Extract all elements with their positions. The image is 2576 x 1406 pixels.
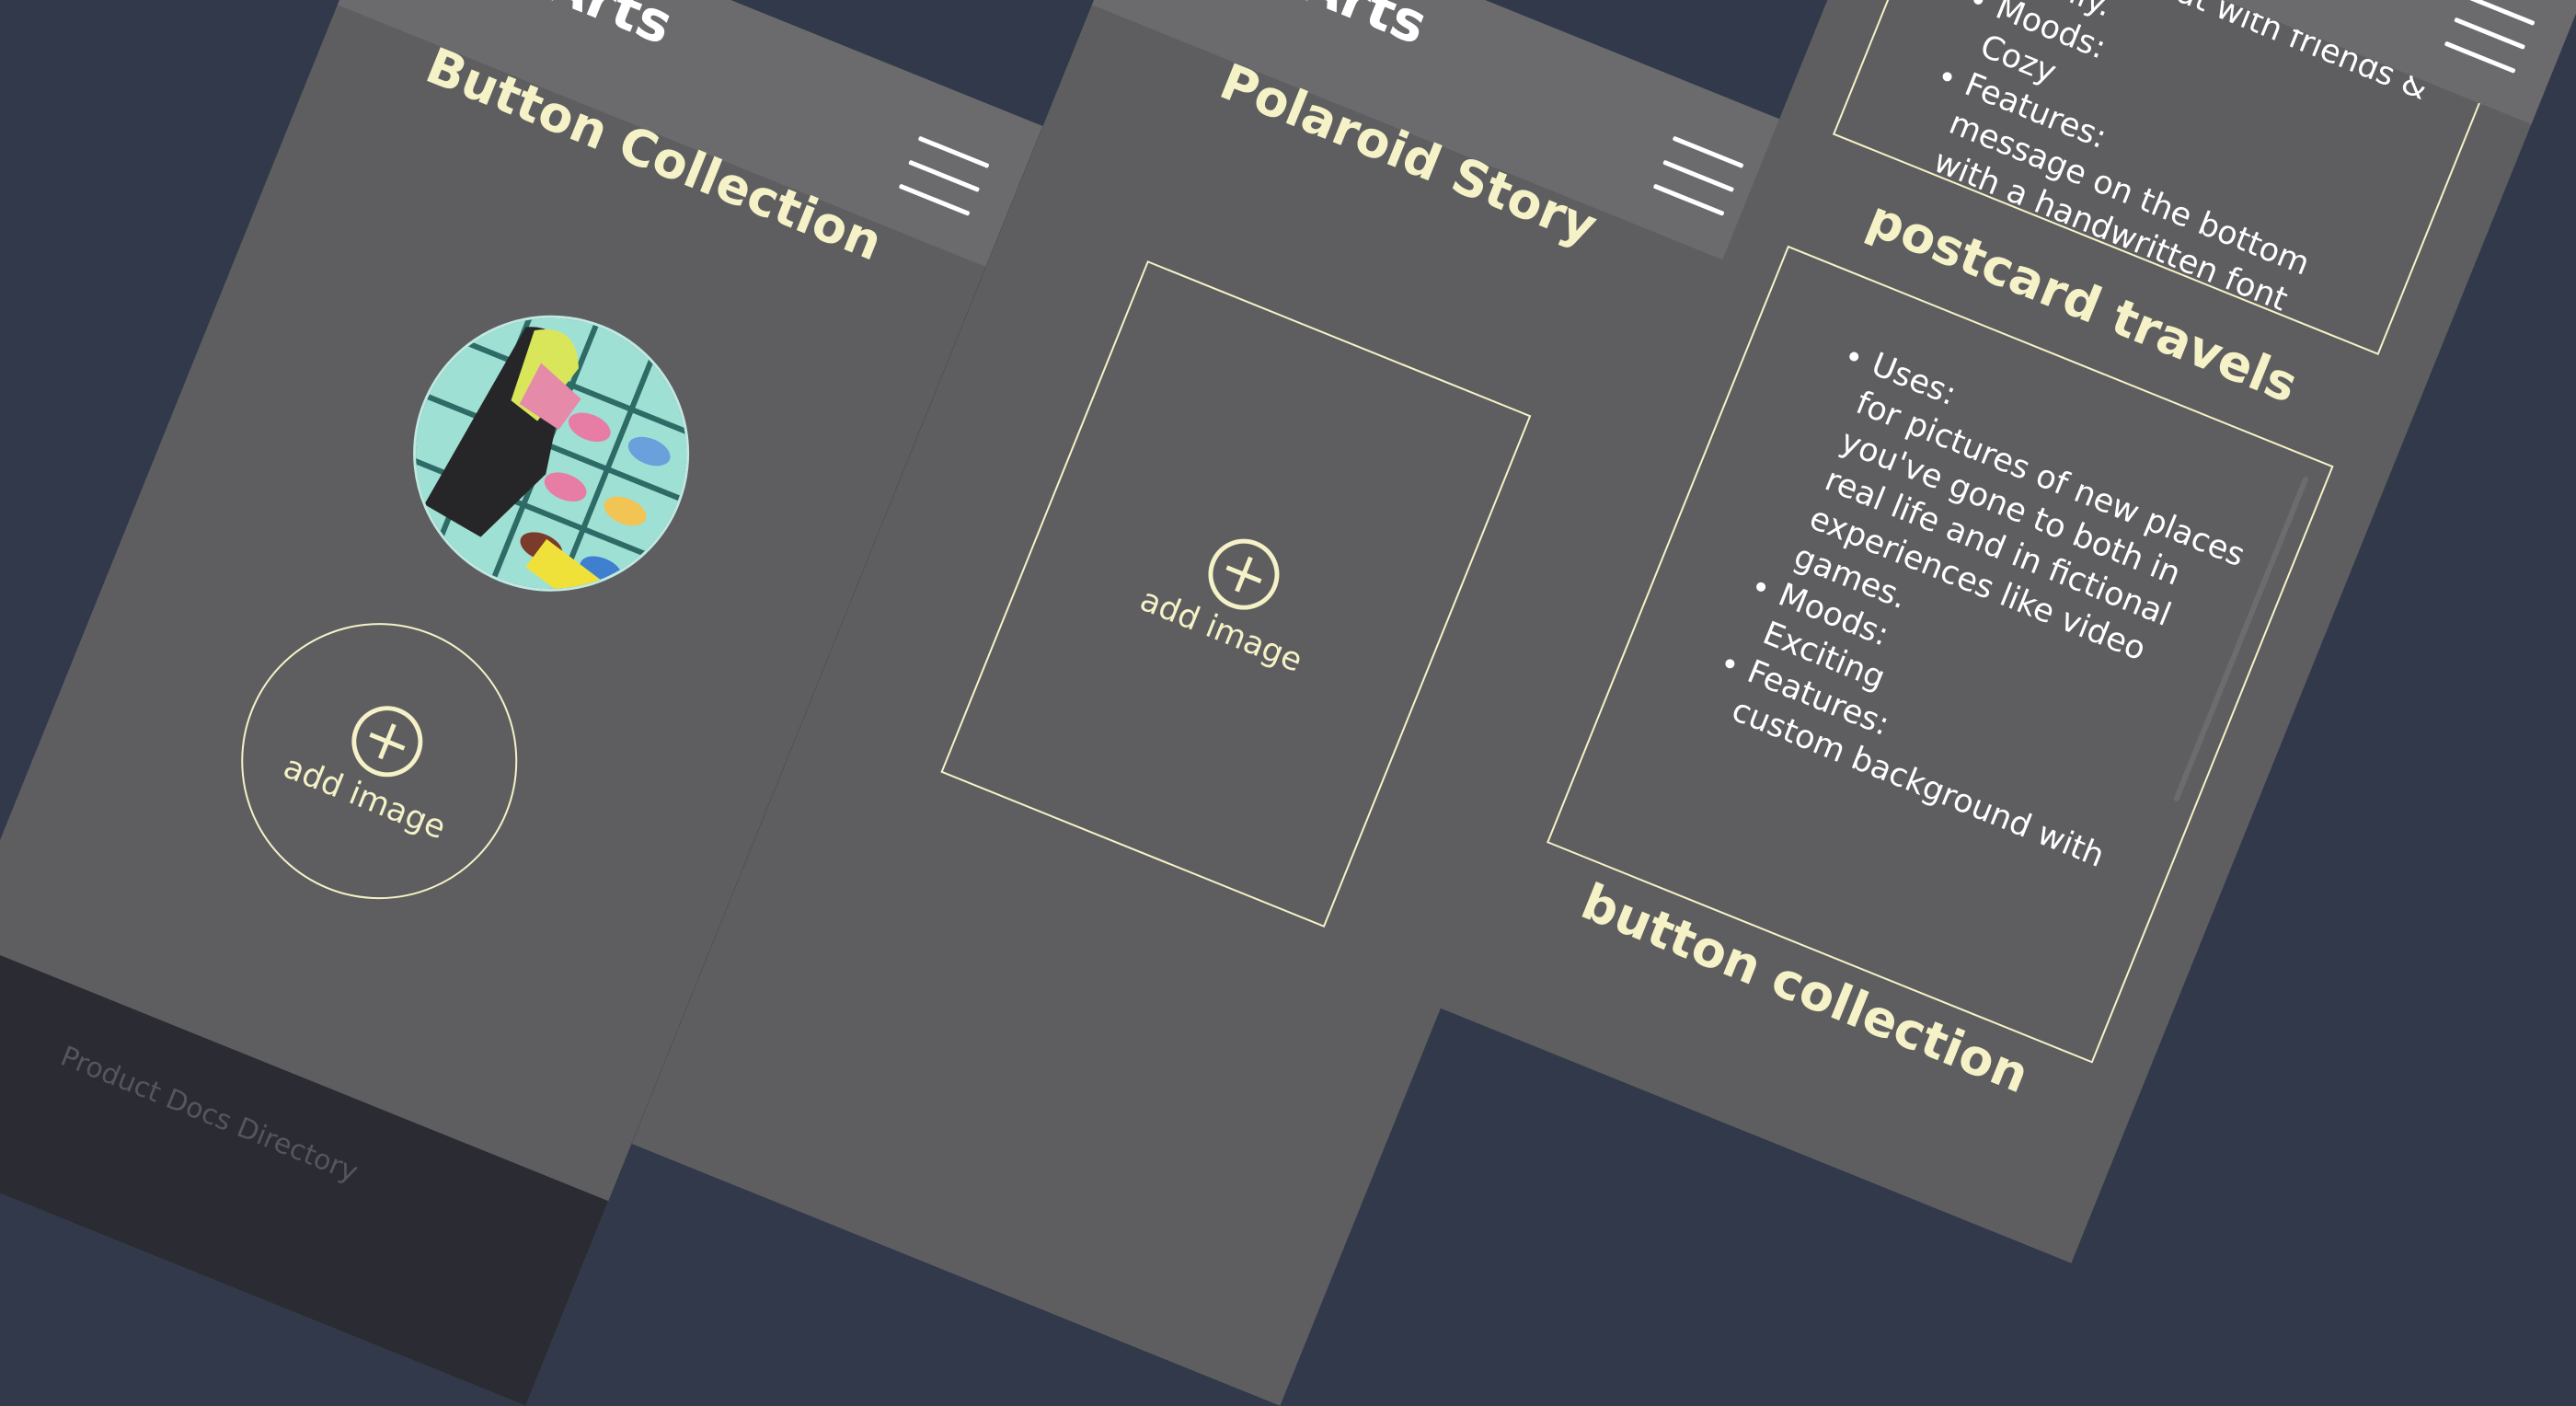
footer-links[interactable]: Product Docs Directory — [56, 1040, 362, 1189]
artwork-image — [373, 277, 731, 634]
card-postcard-list: Uses: for pictures of new places you've … — [1690, 330, 2271, 887]
hamburger-menu-icon[interactable] — [898, 135, 990, 217]
hamburger-menu-icon[interactable] — [1652, 135, 1744, 217]
hamburger-menu-icon[interactable] — [2444, 0, 2536, 75]
add-image-button[interactable]: add image — [940, 260, 1532, 928]
footer: Product Docs Directory — [0, 939, 609, 1406]
add-image-button[interactable]: add image — [199, 581, 559, 941]
button-image-thumbnail[interactable] — [371, 273, 731, 634]
